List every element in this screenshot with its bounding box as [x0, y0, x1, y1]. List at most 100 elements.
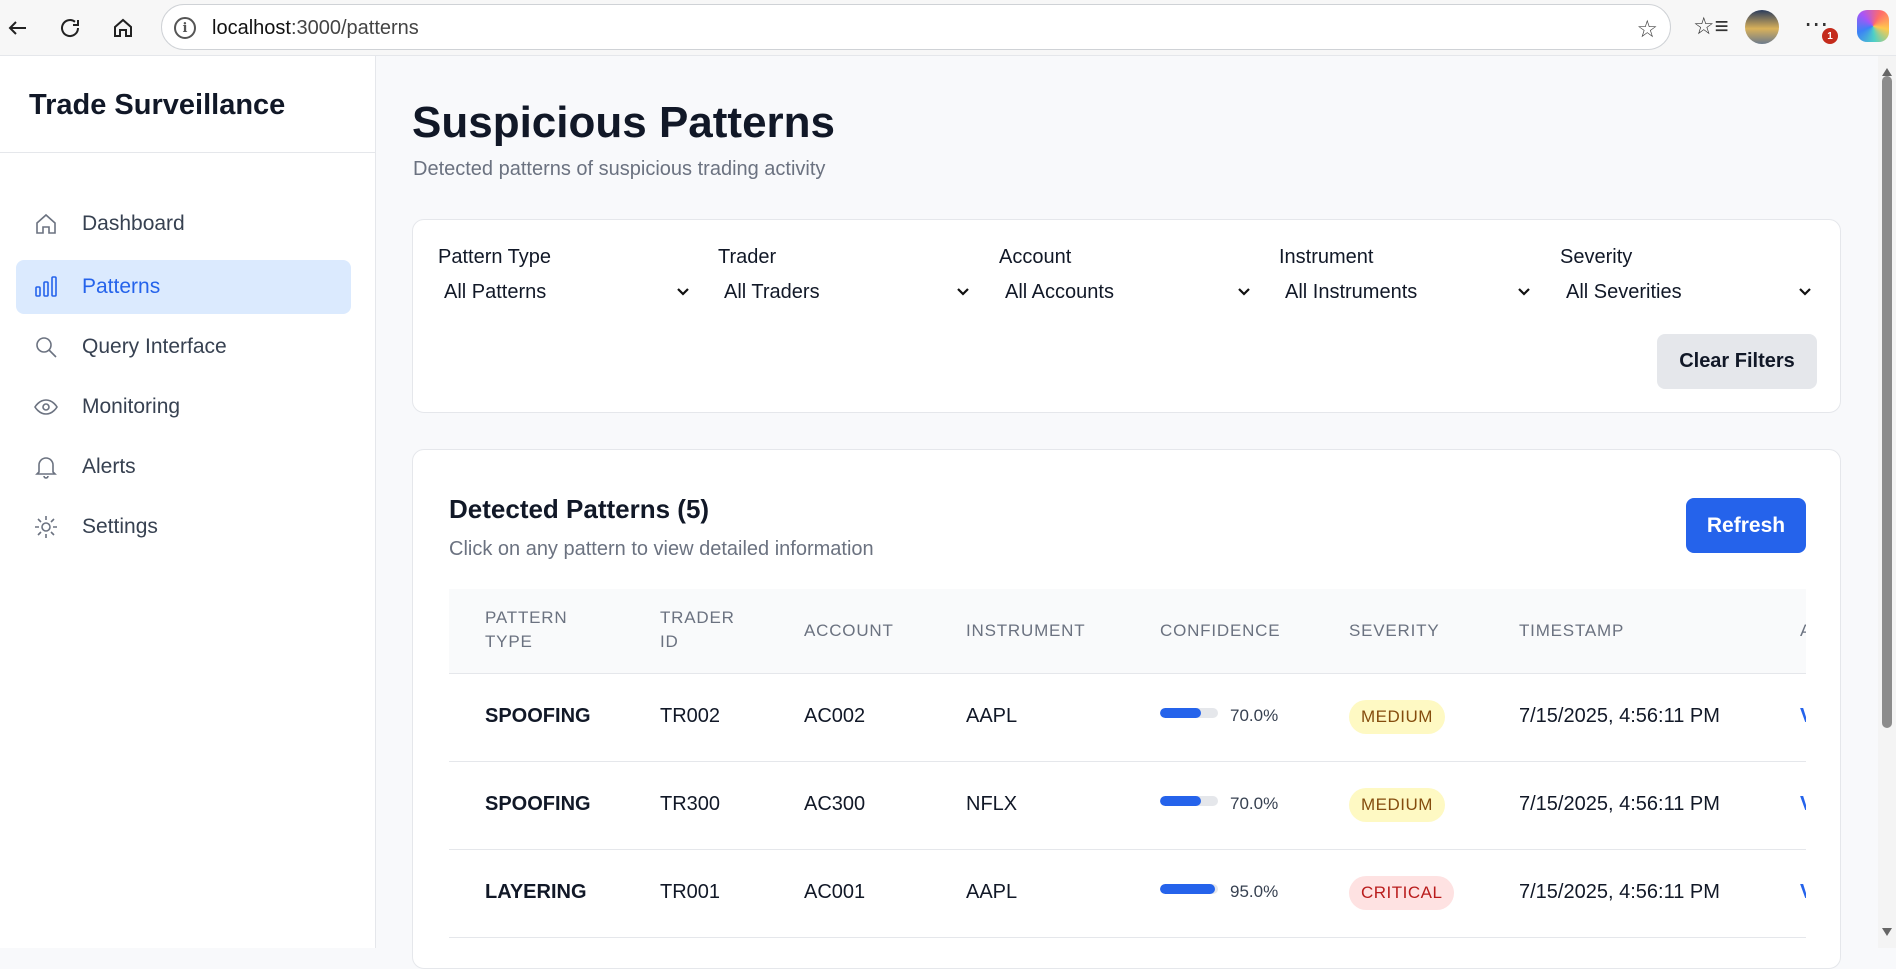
confidence-bar-fill [1160, 708, 1201, 718]
trader-select[interactable]: All Traders [718, 276, 976, 308]
patterns-table: PATTERN TYPE TRADER ID ACCOUNT INSTRUMENT … [449, 589, 1806, 968]
pattern-type-select[interactable]: All Patterns [438, 276, 696, 308]
patterns-title: Detected Patterns (5) [449, 494, 710, 524]
divider [0, 152, 375, 153]
reload-icon [61, 19, 80, 37]
copilot-icon[interactable] [1857, 10, 1889, 42]
instrument-select[interactable]: All Instruments [1279, 276, 1537, 308]
notification-badge: 1 [1822, 28, 1838, 44]
view-link[interactable]: V [1800, 705, 1806, 728]
cell-instrument: NFLX [966, 793, 1018, 815]
view-link[interactable]: V [1800, 881, 1806, 904]
home-icon [33, 211, 59, 237]
column-actions[interactable]: A [1800, 619, 1806, 643]
column-confidence[interactable]: CONFIDENCE [1160, 619, 1280, 643]
cell-confidence: 70.0% [1230, 794, 1279, 813]
cell-trader-id: TR001 [660, 881, 721, 903]
sidebar: Trade Surveillance Dashboard Patterns Qu… [0, 56, 376, 948]
cell-instrument: AAPL [966, 705, 1018, 727]
gear-icon [33, 514, 59, 540]
sidebar-item-settings[interactable]: Settings [16, 500, 351, 554]
table-row[interactable]: SPOOFING TR002 AC002 AAPL 70.0% MEDIUM 7… [449, 674, 1806, 762]
favorites-list-icon[interactable]: ☆≡ [1693, 12, 1729, 41]
cell-account: AC300 [804, 793, 866, 815]
column-pattern-type[interactable]: PATTERN TYPE [485, 606, 567, 654]
site-info-icon[interactable]: i [174, 17, 196, 39]
column-instrument[interactable]: INSTRUMENT [966, 619, 1085, 643]
bell-icon [33, 454, 59, 480]
scroll-up-arrow-icon[interactable] [1882, 68, 1892, 76]
address-bar[interactable]: i localhost:3000/patterns ☆ [161, 4, 1671, 50]
cell-trader-id: TR300 [660, 793, 721, 815]
sidebar-item-dashboard[interactable]: Dashboard [16, 197, 351, 251]
table-row[interactable]: LAYERING TR001 AC001 AAPL 95.0% CRITICAL… [449, 850, 1806, 938]
chevron-down-icon [956, 285, 970, 299]
filter-label: Pattern Type [438, 246, 552, 268]
table-header: PATTERN TYPE TRADER ID ACCOUNT INSTRUMENT … [449, 589, 1806, 674]
view-link[interactable]: V [1800, 793, 1806, 816]
home-button[interactable] [105, 10, 141, 46]
column-severity[interactable]: SEVERITY [1349, 619, 1439, 643]
clear-filters-button[interactable]: Clear Filters [1657, 334, 1817, 389]
reload-button[interactable] [52, 10, 88, 46]
confidence-bar-fill [1160, 884, 1216, 894]
back-arrow-icon [8, 21, 26, 35]
filter-label: Severity [1560, 246, 1633, 268]
sidebar-item-label: Query Interface [82, 335, 227, 358]
cell-instrument: AAPL [966, 881, 1018, 903]
filter-severity: Severity All Severities [1560, 246, 1818, 308]
sidebar-item-patterns[interactable]: Patterns [16, 260, 351, 314]
chevron-down-icon [1237, 285, 1251, 299]
refresh-button[interactable]: Refresh [1686, 498, 1806, 553]
severity-badge: MEDIUM [1349, 788, 1445, 822]
filter-label: Instrument [1279, 246, 1374, 268]
chevron-down-icon [1798, 285, 1812, 299]
filter-label: Account [999, 246, 1072, 268]
cell-account: AC002 [804, 705, 866, 727]
more-menu-button[interactable]: ⋯ 1 [1800, 10, 1838, 44]
severity-badge: CRITICAL [1349, 876, 1455, 910]
filter-account: Account All Accounts [999, 246, 1257, 308]
patterns-panel: Detected Patterns (5) Click on any patte… [412, 449, 1841, 969]
filter-pattern-type: Pattern Type All Patterns [438, 246, 696, 308]
sidebar-item-label: Monitoring [82, 395, 181, 418]
profile-avatar[interactable] [1745, 10, 1779, 44]
scroll-down-arrow-icon[interactable] [1882, 928, 1892, 936]
filter-label: Trader [718, 246, 777, 268]
cell-timestamp: 7/15/2025, 4:56:11 PM [1519, 793, 1720, 815]
patterns-subtitle: Click on any pattern to view detailed in… [449, 538, 874, 560]
bar-chart-icon [33, 274, 59, 300]
scroll-thumb[interactable] [1882, 76, 1892, 728]
chevron-down-icon [1517, 285, 1531, 299]
search-icon [33, 334, 59, 360]
sidebar-item-monitoring[interactable]: Monitoring [16, 380, 351, 434]
sidebar-item-label: Patterns [82, 275, 161, 298]
severity-select[interactable]: All Severities [1560, 276, 1818, 308]
confidence-bar-fill [1160, 796, 1201, 806]
cell-confidence: 70.0% [1230, 706, 1279, 725]
filters-panel: Pattern Type All Patterns Trader All Tra… [412, 219, 1841, 413]
page-scrollbar[interactable] [1878, 56, 1896, 948]
eye-icon [33, 394, 59, 420]
cell-timestamp: 7/15/2025, 4:56:11 PM [1519, 705, 1720, 727]
app-brand: Trade Surveillance [29, 89, 286, 121]
confidence-bar [1160, 884, 1218, 894]
favorite-star-icon[interactable]: ☆ [1636, 15, 1658, 44]
sidebar-item-alerts[interactable]: Alerts [16, 440, 351, 494]
cell-confidence: 95.0% [1230, 882, 1279, 901]
url-text: localhost:3000/patterns [212, 17, 419, 39]
sidebar-item-query-interface[interactable]: Query Interface [16, 320, 351, 374]
table-row[interactable]: SPOOFING TR300 AC300 NFLX 70.0% MEDIUM 7… [449, 762, 1806, 850]
cell-pattern-type: SPOOFING [485, 705, 591, 727]
column-trader-id[interactable]: TRADER ID [660, 606, 735, 654]
filter-trader: Trader All Traders [718, 246, 976, 308]
cell-pattern-type: SPOOFING [485, 793, 591, 815]
cell-account: AC001 [804, 881, 866, 903]
column-account[interactable]: ACCOUNT [804, 619, 894, 643]
column-timestamp[interactable]: TIMESTAMP [1519, 619, 1624, 643]
chevron-down-icon [676, 285, 690, 299]
back-button[interactable] [0, 10, 36, 46]
page-title: Suspicious Patterns [412, 98, 836, 147]
browser-toolbar: i localhost:3000/patterns ☆ ☆≡ ⋯ 1 [0, 0, 1896, 56]
account-select[interactable]: All Accounts [999, 276, 1257, 308]
